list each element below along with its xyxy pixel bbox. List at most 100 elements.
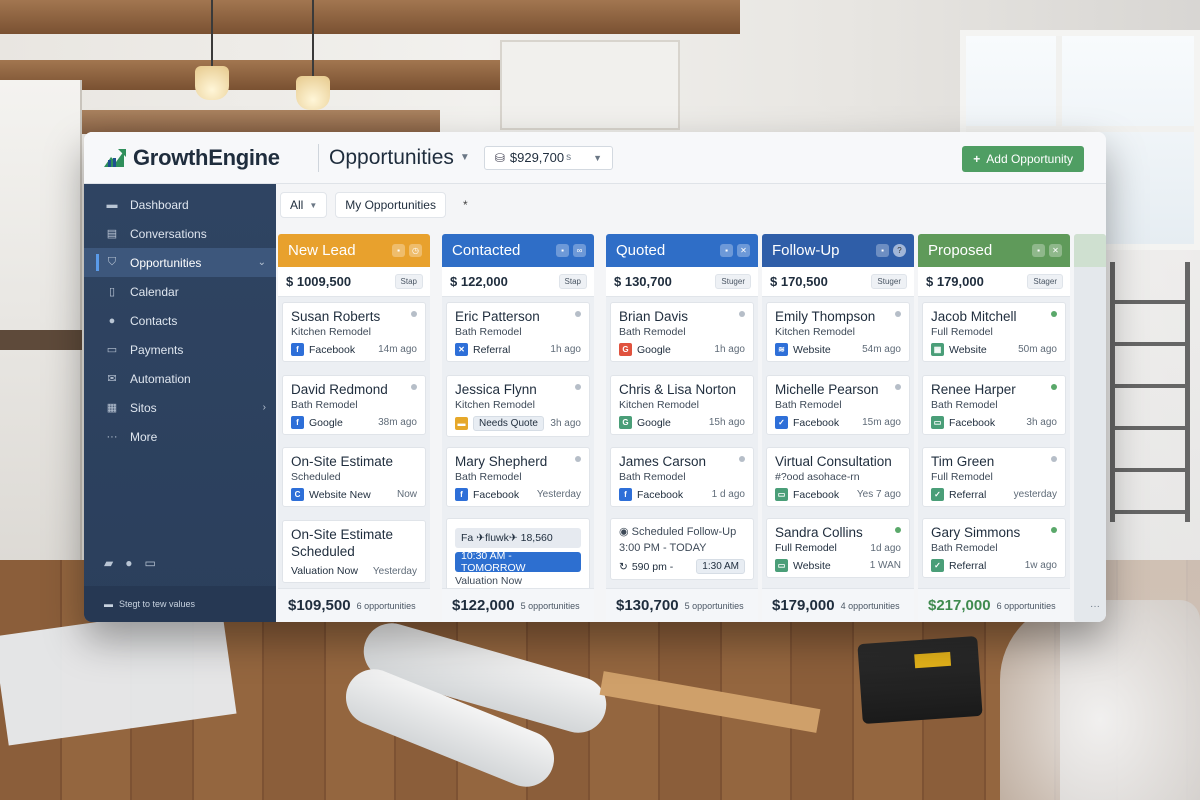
clock-icon[interactable]: ◷ <box>409 244 422 257</box>
plastic-drop-cloth <box>1000 600 1200 800</box>
close-icon[interactable]: ✕ <box>737 244 750 257</box>
card-source: f Facebook <box>619 488 712 501</box>
card-subtitle: Bath Remodel <box>931 399 998 411</box>
opportunity-card[interactable]: On-Site Estimate Scheduled Valuation Now… <box>282 520 426 583</box>
filter-my-opportunities[interactable]: My Opportunities <box>335 192 446 218</box>
stage-badge[interactable]: Stap <box>394 274 423 289</box>
pipeline-total-suffix: s <box>566 152 572 163</box>
column-header[interactable] <box>1074 234 1106 267</box>
sidebar-item-contacts[interactable]: ● Contacts <box>84 306 276 335</box>
opportunity-card[interactable]: James Carson Bath Remodel f Facebook 1 d … <box>610 447 754 507</box>
time-chip[interactable]: 1:30 AM <box>696 559 745 574</box>
sidebar-item-calendar[interactable]: ▯ Calendar <box>84 277 276 306</box>
stage-badge[interactable]: Stap <box>558 274 587 289</box>
add-opportunity-button[interactable]: + Add Opportunity <box>962 146 1084 172</box>
counter <box>0 330 82 350</box>
folder-icon[interactable]: ▪ <box>720 244 733 257</box>
column-summary: $ 122,000 Stap <box>442 267 594 297</box>
column-header[interactable]: New Lead ▪ ◷ <box>278 234 430 267</box>
opportunity-card[interactable]: Tim Green Full Remodel ✓ Referral yesterd… <box>922 447 1066 507</box>
chevron-down-icon[interactable]: ▼ <box>460 152 470 163</box>
column-header[interactable]: Quoted ▪ ✕ <box>606 234 758 267</box>
stage-badge[interactable]: Stuger <box>871 274 907 289</box>
status-dot <box>895 311 901 317</box>
message-icon[interactable]: ▭ <box>144 556 155 570</box>
brand[interactable]: GrowthEngine <box>84 145 312 171</box>
sidebar-item-sites[interactable]: ▦ Sitos › <box>84 393 276 422</box>
contacts-icon: ● <box>108 314 116 327</box>
card-name: Renee Harper <box>931 382 1016 397</box>
more-icon[interactable]: ··· <box>1090 601 1100 612</box>
opportunity-card[interactable]: Fa ✈fluwk✈ 18,560 10:30 AM - TOMORROW Va… <box>446 518 590 593</box>
column-header[interactable]: Contacted ▪ ∞ <box>442 234 594 267</box>
folder-icon[interactable]: ▪ <box>876 244 889 257</box>
filter-all-label: All <box>290 198 304 212</box>
folder-icon[interactable]: ▪ <box>556 244 569 257</box>
opportunity-card[interactable]: Jessica Flynn Kitchen Remodel ▬ Needs Quo… <box>446 375 590 437</box>
opportunity-card[interactable]: Emily Thompson Kitchen Remodel ≋ Website … <box>766 302 910 362</box>
opportunity-card[interactable]: Eric Patterson Bath Remodel ✕ Referral 1h… <box>446 302 590 362</box>
status-dot <box>895 384 901 390</box>
opportunity-card[interactable]: Virtual Consultation #?ood asohace-rn ▭ F… <box>766 447 910 507</box>
user-icon[interactable]: ● <box>125 556 132 570</box>
sidebar-item-opportunities[interactable]: ⛉ Opportunities ⌄ <box>84 248 276 277</box>
folder-icon[interactable]: ▪ <box>1032 244 1045 257</box>
opportunity-card[interactable]: Gary Simmons Bath Remodel ✓ Referral 1w a… <box>922 518 1066 578</box>
needs-quote-badge[interactable]: Needs Quote <box>473 416 544 431</box>
page-title[interactable]: Opportunities <box>329 146 454 170</box>
sidebar-footer[interactable]: ▬ Stegt to tew values <box>84 586 276 622</box>
ladder <box>1110 262 1190 522</box>
column-total: $ 179,000 <box>926 274 984 289</box>
brand-name: GrowthEngine <box>133 144 280 170</box>
opportunity-card[interactable]: Mary Shepherd Bath Remodel f Facebook Yes… <box>446 447 590 507</box>
filter-bar: All ▼ My Opportunities * <box>280 192 477 218</box>
column-header[interactable]: Follow-Up ▪ ? <box>762 234 914 267</box>
sidebar-item-more[interactable]: ··· More <box>84 422 276 451</box>
status-dot <box>895 527 901 533</box>
info-icon[interactable]: ? <box>893 244 906 257</box>
pipeline-total-dropdown[interactable]: ⛁ $929,700 s ▼ <box>483 145 614 170</box>
opportunity-card[interactable]: Renee Harper Bath Remodel ▭ Facebook 3h a… <box>922 375 1066 435</box>
column-new-lead: New Lead ▪ ◷ $ 1009,500 Stap Susan Rober… <box>278 234 430 622</box>
sidebar-item-automation[interactable]: ✉ Automation <box>84 364 276 393</box>
column-footer-total: $217,000 <box>928 597 991 614</box>
card-source: ▭ Website <box>775 559 870 572</box>
facebook-icon: f <box>291 416 304 429</box>
close-icon[interactable]: ✕ <box>1049 244 1062 257</box>
star-icon[interactable]: * <box>454 192 477 218</box>
card-name: Brian Davis <box>619 309 689 324</box>
sidebar-item-dashboard[interactable]: ▬ Dashboard <box>84 190 276 219</box>
stage-badge[interactable]: Stager <box>1027 274 1063 289</box>
card-time: Yesterday <box>372 565 417 577</box>
link-icon[interactable]: ∞ <box>573 244 586 257</box>
card-meta: Valuation Now Yesterday <box>291 565 417 577</box>
opportunity-card[interactable]: Sandra Collins Full Remodel 1d ago ▭ Webs… <box>766 518 910 578</box>
appointment-time-bar[interactable]: 10:30 AM - TOMORROW <box>455 550 581 574</box>
column-title: Quoted <box>616 242 666 259</box>
opportunity-card[interactable]: Michelle Pearson Bath Remodel ✓ Facebook … <box>766 375 910 435</box>
opportunity-card[interactable]: David Redmond Bath Remodel f Google 38m a… <box>282 375 426 435</box>
column-footer-total: $130,700 <box>616 597 679 614</box>
card-meta: ✓ Facebook 15m ago <box>775 416 901 429</box>
opportunity-card[interactable]: Brian Davis Bath Remodel G Google 1h ago <box>610 302 754 362</box>
briefcase-icon[interactable]: ▰ <box>104 556 113 570</box>
card-source-label: 590 pm - <box>631 560 674 573</box>
sidebar-item-label: Calendar <box>130 284 179 299</box>
column-header[interactable]: Proposed ▪ ✕ <box>918 234 1070 267</box>
ceiling-beam <box>0 0 740 34</box>
card-time: yesterday <box>1013 489 1057 500</box>
card-time: Now <box>396 489 417 500</box>
filter-all-dropdown[interactable]: All ▼ <box>280 192 328 218</box>
opportunity-card[interactable]: Chris & Lisa Norton Kitchen Remodel G Goo… <box>610 375 754 435</box>
opportunity-card[interactable]: Jacob Mitchell Full Remodel ▦ Website 50m… <box>922 302 1066 362</box>
column-footer-total: $109,500 <box>288 597 351 614</box>
pendant-light <box>195 0 229 100</box>
sidebar-item-conversations[interactable]: ▤ Conversations <box>84 219 276 248</box>
stage-badge[interactable]: Stuger <box>715 274 751 289</box>
sidebar-item-payments[interactable]: ▭ Payments <box>84 335 276 364</box>
filter-my-label: My Opportunities <box>345 198 436 212</box>
opportunity-card[interactable]: On-Site Estimate Scheduled C Website New … <box>282 447 426 507</box>
opportunity-card[interactable]: Susan Roberts Kitchen Remodel f Facebook … <box>282 302 426 362</box>
opportunity-card[interactable]: ◉ Scheduled Follow-Up 3:00 PM - TODAY ↻ 5… <box>610 518 754 580</box>
folder-icon[interactable]: ▪ <box>392 244 405 257</box>
